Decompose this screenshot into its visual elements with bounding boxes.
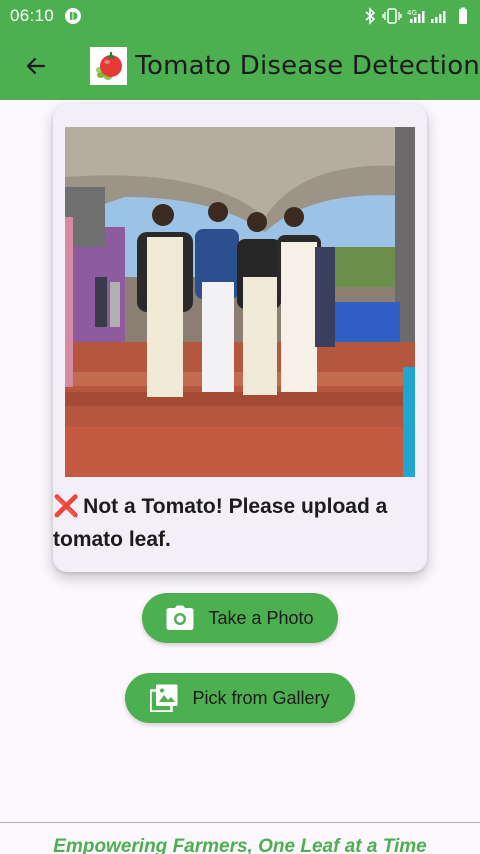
bluetooth-icon: [363, 7, 377, 25]
pick-gallery-label: Pick from Gallery: [192, 687, 330, 708]
footer-divider: [0, 822, 480, 823]
back-button[interactable]: [8, 38, 64, 94]
take-photo-label: Take a Photo: [208, 607, 314, 628]
take-photo-button[interactable]: Take a Photo: [142, 593, 338, 643]
page-title: Tomato Disease Detection: [135, 51, 480, 81]
result-card: ❌ Not a Tomato! Please upload a tomato le…: [53, 104, 427, 572]
tomato-icon: [96, 52, 123, 80]
app-logo: [89, 47, 128, 85]
photo-library-icon: [150, 684, 178, 712]
signal-icon: 4G: [407, 7, 453, 25]
footer-tagline: Empowering Farmers, One Leaf at a Time: [53, 836, 427, 854]
pick-gallery-button[interactable]: Pick from Gallery: [125, 673, 355, 723]
arrow-left-icon: [26, 57, 45, 75]
battery-icon: [458, 7, 468, 25]
camera-icon: [166, 605, 194, 630]
svg-text:4G: 4G: [407, 9, 417, 17]
vibrate-icon: [382, 7, 402, 25]
status-time: 06:10: [10, 6, 55, 25]
result-message: ❌ Not a Tomato! Please upload a tomato le…: [53, 490, 413, 556]
cross-mark-icon: ❌: [53, 495, 80, 518]
result-message-text: Not a Tomato! Please upload a tomato lea…: [53, 495, 388, 551]
app-notification-icon: [64, 7, 82, 25]
status-bar: 06:10 4G: [0, 0, 480, 32]
app-bar: Tomato Disease Detection: [0, 32, 480, 100]
uploaded-photo: [65, 127, 415, 477]
